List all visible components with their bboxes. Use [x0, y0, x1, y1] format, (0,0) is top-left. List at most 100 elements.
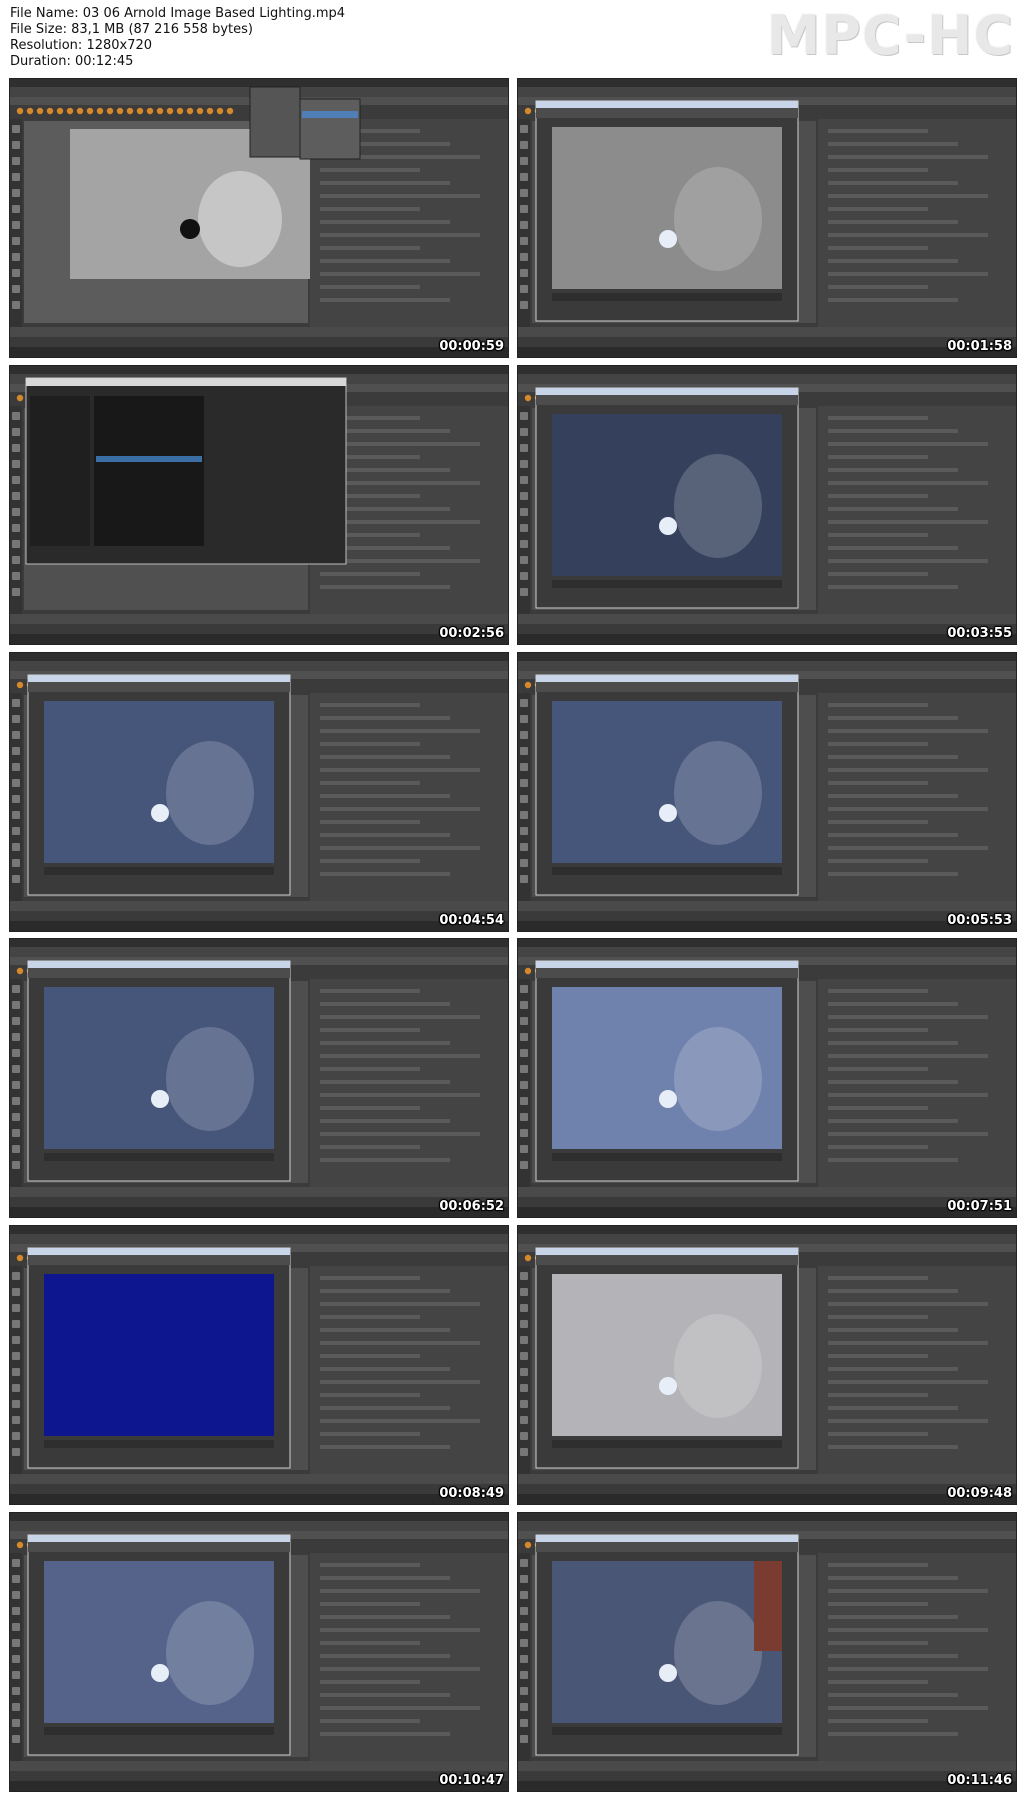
attribute-row	[828, 989, 928, 993]
tool-icon	[520, 1017, 528, 1025]
status-line	[10, 661, 508, 671]
tool-icon	[12, 985, 20, 993]
attribute-row	[828, 1393, 928, 1397]
attribute-row	[828, 533, 928, 537]
attribute-row	[320, 794, 450, 798]
shelf-tool-icon	[16, 681, 24, 689]
shelf-tool-icon	[76, 107, 84, 115]
shelf-icons	[16, 107, 234, 115]
attribute-row	[828, 1315, 928, 1319]
thumbnail-8[interactable]: 00:07:51	[518, 939, 1016, 1217]
attribute-row	[828, 742, 928, 746]
tool-icon	[520, 1384, 528, 1392]
thumbnail-9[interactable]: 00:08:49	[10, 1226, 508, 1504]
attribute-row	[828, 1432, 928, 1436]
attribute-row	[828, 194, 988, 198]
tool-icon	[520, 1352, 528, 1360]
tool-icon	[12, 1288, 20, 1296]
thumbnail-10[interactable]: 00:09:48	[518, 1226, 1016, 1504]
attribute-row	[320, 585, 450, 589]
tool-icon	[520, 1320, 528, 1328]
attribute-row	[828, 768, 988, 772]
tool-icon	[12, 1001, 20, 1009]
dialog-title-bar	[26, 378, 346, 386]
tool-icon	[12, 763, 20, 771]
tool-icon	[12, 1623, 20, 1631]
attribute-row	[828, 181, 958, 185]
command-line	[518, 921, 1016, 931]
attribute-row	[320, 1002, 450, 1006]
menu-bar	[10, 79, 508, 87]
attribute-row	[320, 194, 480, 198]
thumbnail-5[interactable]: 00:04:54	[10, 653, 508, 931]
thumbnail-2[interactable]: 00:01:58	[518, 79, 1016, 357]
thumbnail-10-frame	[518, 1226, 1016, 1504]
thumbnail-7[interactable]: 00:06:52	[10, 939, 508, 1217]
tool-icon	[12, 1687, 20, 1695]
tool-icon	[520, 1687, 528, 1695]
tool-icon	[12, 1639, 20, 1647]
status-line	[518, 661, 1016, 671]
tool-icon	[520, 301, 528, 309]
attribute-row	[320, 1158, 450, 1162]
command-line	[10, 1207, 508, 1217]
thumbnail-9-timestamp: 00:08:49	[439, 1486, 504, 1501]
attribute-row	[320, 742, 420, 746]
thumbnail-2-timestamp: 00:01:58	[947, 339, 1012, 354]
range-slider	[518, 911, 1016, 921]
render-view-toolbar	[536, 1542, 798, 1552]
thumbnail-6[interactable]: 00:05:53	[518, 653, 1016, 931]
tool-icon	[520, 1607, 528, 1615]
thumbnail-5-frame	[10, 653, 508, 931]
tool-icon	[520, 1623, 528, 1631]
attribute-row	[828, 794, 958, 798]
tool-icon	[520, 428, 528, 436]
attribute-row	[828, 1028, 928, 1032]
attribute-row	[828, 846, 988, 850]
attribute-row	[320, 1106, 420, 1110]
tool-icon	[12, 301, 20, 309]
attribute-row	[828, 781, 928, 785]
tool-icon	[520, 540, 528, 548]
thumbnail-2-frame	[518, 79, 1016, 357]
attribute-row	[828, 1145, 928, 1149]
attribute-row	[828, 442, 988, 446]
tool-icon	[12, 540, 20, 548]
tool-icon	[12, 1033, 20, 1041]
tool-icon	[12, 1719, 20, 1727]
tool-icon	[12, 1320, 20, 1328]
tool-icon	[12, 843, 20, 851]
attribute-row	[828, 1002, 958, 1006]
tool-icon	[12, 1304, 20, 1312]
command-line	[10, 1781, 508, 1791]
tool-icon	[12, 524, 20, 532]
chrome-sphere	[659, 1090, 677, 1108]
rendered-image	[44, 1274, 274, 1436]
shelf-tool-icon	[156, 107, 164, 115]
attribute-row	[320, 1302, 480, 1306]
thumbnail-3-frame	[10, 366, 508, 644]
thumbnail-1[interactable]: 00:00:59	[10, 79, 508, 357]
attribute-row	[320, 233, 480, 237]
chrome-sphere	[180, 219, 200, 239]
thumbnail-3[interactable]: 00:02:56	[10, 366, 508, 644]
chrome-sphere	[151, 1090, 169, 1108]
thumbnail-11[interactable]: 00:10:47	[10, 1513, 508, 1791]
file-size-value: 83,1 MB (87 216 558 bytes)	[71, 22, 253, 37]
thumbnail-4[interactable]: 00:03:55	[518, 366, 1016, 644]
attribute-row	[320, 1367, 450, 1371]
attribute-row	[828, 1054, 988, 1058]
robot-shape	[198, 171, 282, 267]
shelf-tool-icon	[524, 107, 532, 115]
tool-icon	[520, 1368, 528, 1376]
attribute-row	[320, 1706, 480, 1710]
tool-icon	[520, 1097, 528, 1105]
render-view-toolbar	[536, 682, 798, 692]
tool-icon	[12, 811, 20, 819]
range-slider	[518, 1771, 1016, 1781]
thumbnail-12[interactable]: 00:11:46	[518, 1513, 1016, 1791]
render-view-toolbar	[28, 682, 290, 692]
range-slider	[10, 1771, 508, 1781]
shelf-tool-icon	[106, 107, 114, 115]
attribute-row	[828, 1654, 958, 1658]
